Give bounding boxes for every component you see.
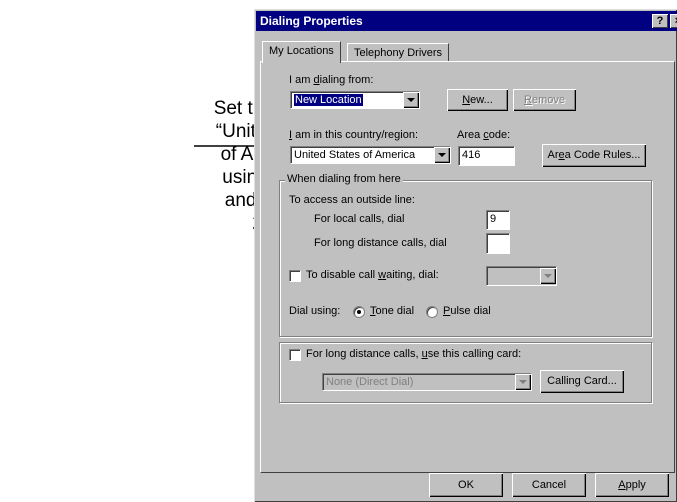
chevron-down-icon[interactable] — [515, 374, 531, 390]
help-icon-button[interactable]: ? — [652, 14, 668, 28]
area-code-label: Area code: — [457, 129, 511, 141]
dialing-from-label: I am dialing from: — [289, 74, 374, 86]
tab-telephony-drivers-label: Telephony Drivers — [354, 47, 443, 59]
tone-dial-label: Tone dial — [370, 305, 415, 317]
local-calls-input[interactable]: 9 — [486, 210, 510, 230]
dial-using-label: Dial using: — [289, 305, 341, 317]
close-icon-button[interactable]: × — [670, 14, 677, 28]
country-value: United States of America — [294, 149, 416, 161]
calling-card-button[interactable]: Calling Card... — [540, 370, 624, 393]
dialing-from-value: New Location — [294, 94, 363, 106]
calling-card-checkbox[interactable] — [289, 349, 301, 361]
when-dialing-group-label: When dialing from here — [285, 173, 403, 185]
pulse-dial-label: Pulse dial — [443, 305, 491, 317]
tab-telephony-drivers[interactable]: Telephony Drivers — [347, 43, 450, 63]
calling-card-checkbox-label: For long distance calls, use this callin… — [306, 348, 522, 360]
call-waiting-dropdown[interactable] — [486, 266, 557, 286]
local-calls-label: For local calls, dial — [314, 213, 405, 225]
calling-card-value: None (Direct Dial) — [326, 376, 414, 388]
tone-dial-radio[interactable] — [353, 306, 365, 318]
long-distance-label: For long distance calls, dial — [314, 237, 447, 249]
dialing-properties-dialog: Dialing Properties ? × My Locations Tele… — [254, 9, 677, 502]
long-distance-input[interactable] — [486, 233, 510, 254]
new-location-button[interactable]: New... — [447, 89, 508, 111]
dialog-title: Dialing Properties — [260, 14, 363, 28]
area-code-input[interactable]: 416 — [458, 146, 515, 166]
chevron-down-icon[interactable] — [434, 147, 450, 163]
tab-panel: I am dialing from: New Location New... R… — [260, 61, 675, 473]
outside-line-label: To access an outside line: — [289, 194, 415, 206]
cancel-button[interactable]: Cancel — [512, 473, 586, 497]
dialing-from-dropdown[interactable]: New Location — [290, 91, 420, 109]
calling-card-dropdown[interactable]: None (Direct Dial) — [322, 373, 532, 391]
country-dropdown[interactable]: United States of America — [290, 146, 451, 164]
chevron-down-icon[interactable] — [403, 92, 419, 108]
tab-my-locations[interactable]: My Locations — [262, 41, 341, 63]
title-bar: Dialing Properties ? × — [256, 11, 677, 31]
country-label: I am in this country/region: — [289, 129, 419, 141]
tab-my-locations-label: My Locations — [269, 45, 334, 57]
call-waiting-checkbox[interactable] — [289, 270, 301, 282]
pulse-dial-radio[interactable] — [426, 306, 438, 318]
ok-button[interactable]: OK — [429, 473, 503, 497]
remove-location-button[interactable]: Remove — [513, 89, 576, 111]
chevron-down-icon[interactable] — [540, 268, 556, 284]
area-code-rules-button[interactable]: Area Code Rules... — [542, 144, 646, 167]
call-waiting-label: To disable call waiting, dial: — [306, 269, 439, 281]
apply-button[interactable]: Apply — [595, 473, 669, 497]
